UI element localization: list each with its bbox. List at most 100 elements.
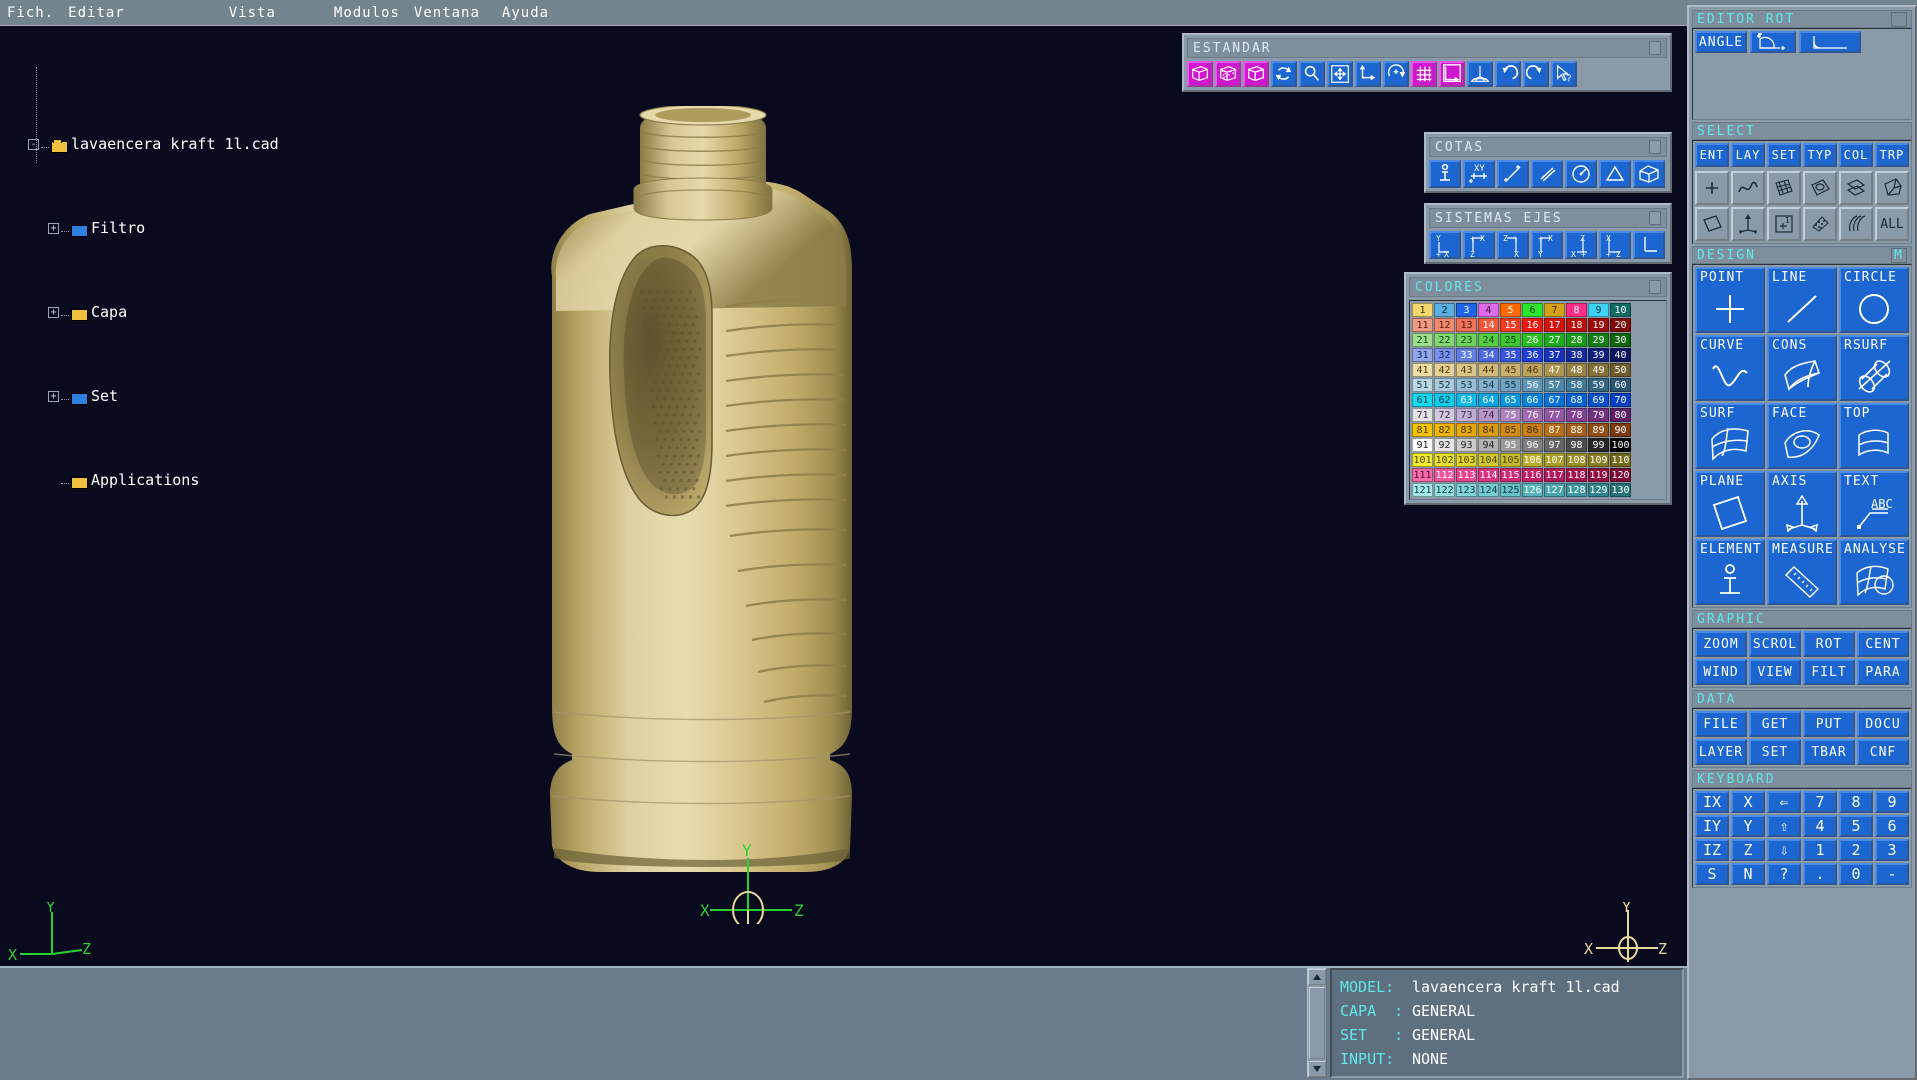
color-swatch-93[interactable]: 93 — [1456, 438, 1477, 452]
color-swatch-95[interactable]: 95 — [1500, 438, 1521, 452]
color-swatch-127[interactable]: 127 — [1544, 483, 1565, 497]
color-swatch-54[interactable]: 54 — [1478, 378, 1499, 392]
color-swatch-33[interactable]: 33 — [1456, 348, 1477, 362]
toolbar-sistemas-ejes[interactable]: SISTEMAS EJES Y + X + X Z Z + X + X Y Z X + X + Z — [1424, 203, 1672, 264]
dimension-point-to-point-icon[interactable] — [1497, 160, 1529, 188]
key-9[interactable]: 9 — [1875, 791, 1909, 813]
color-swatch-49[interactable]: 49 — [1588, 363, 1609, 377]
toolbar-colores-title[interactable]: COLORES — [1409, 277, 1667, 297]
color-swatch-125[interactable]: 125 — [1500, 483, 1521, 497]
data-set-button[interactable]: SET — [1749, 739, 1801, 765]
data-get-button[interactable]: GET — [1749, 711, 1801, 737]
design-rsurf-button[interactable]: RSURF — [1839, 335, 1909, 401]
design-mode-badge[interactable]: M — [1891, 247, 1907, 263]
select-trp-button[interactable]: TRP — [1875, 143, 1909, 167]
scroll-up-arrow-icon[interactable] — [1308, 969, 1326, 985]
menu-item-ayuda[interactable]: Ayuda — [495, 0, 556, 26]
color-swatch-3[interactable]: 3 — [1456, 303, 1477, 317]
angle-plus-icon[interactable] — [1750, 31, 1796, 53]
color-swatch-20[interactable]: 20 — [1610, 318, 1631, 332]
color-swatch-36[interactable]: 36 — [1522, 348, 1543, 362]
color-swatch-27[interactable]: 27 — [1544, 333, 1565, 347]
color-swatch-111[interactable]: 111 — [1412, 468, 1433, 482]
undo-icon[interactable] — [1495, 61, 1521, 87]
axis-icon[interactable] — [1731, 207, 1765, 241]
color-swatch-76[interactable]: 76 — [1522, 408, 1543, 422]
color-swatch-10[interactable]: 10 — [1610, 303, 1631, 317]
color-swatch-22[interactable]: 22 — [1434, 333, 1455, 347]
key-n[interactable]: N — [1731, 863, 1765, 885]
color-swatch-25[interactable]: 25 — [1500, 333, 1521, 347]
color-swatch-77[interactable]: 77 — [1544, 408, 1565, 422]
color-swatch-74[interactable]: 74 — [1478, 408, 1499, 422]
design-plane-button[interactable]: PLANE — [1695, 471, 1765, 537]
solid-cube-icon[interactable] — [1243, 61, 1269, 87]
color-swatch-120[interactable]: 120 — [1610, 468, 1631, 482]
key-3[interactable]: 3 — [1875, 839, 1909, 861]
color-swatch-13[interactable]: 13 — [1456, 318, 1477, 332]
color-swatch-30[interactable]: 30 — [1610, 333, 1631, 347]
axes-yz-x-icon[interactable]: Y + X — [1429, 231, 1461, 259]
toolbar-cotas[interactable]: COTAS XY — [1424, 132, 1672, 193]
shaded-cube-icon[interactable] — [1215, 61, 1241, 87]
data-file-button[interactable]: FILE — [1695, 711, 1747, 737]
graphic-cent-button[interactable]: CENT — [1857, 631, 1909, 657]
data-cnf-button[interactable]: CNF — [1857, 739, 1909, 765]
select-typ-button[interactable]: TYP — [1803, 143, 1837, 167]
color-swatch-107[interactable]: 107 — [1544, 453, 1565, 467]
color-swatch-65[interactable]: 65 — [1500, 393, 1521, 407]
mesh-surface-icon[interactable] — [1767, 171, 1801, 205]
color-swatch-12[interactable]: 12 — [1434, 318, 1455, 332]
data-layer-button[interactable]: LAYER — [1695, 739, 1747, 765]
color-swatch-52[interactable]: 52 — [1434, 378, 1455, 392]
color-swatch-32[interactable]: 32 — [1434, 348, 1455, 362]
key-5[interactable]: 5 — [1839, 815, 1873, 837]
dimension-parallel-icon[interactable] — [1531, 160, 1563, 188]
axes-z-x-icon[interactable]: Z + X — [1497, 231, 1529, 259]
pan-move-icon[interactable] — [1327, 61, 1353, 87]
key-6[interactable]: 6 — [1875, 815, 1909, 837]
select-all-button[interactable]: ALL — [1875, 207, 1909, 241]
color-swatch-85[interactable]: 85 — [1500, 423, 1521, 437]
color-swatch-7[interactable]: 7 — [1544, 303, 1565, 317]
refresh-icon[interactable] — [1271, 61, 1297, 87]
color-swatch-29[interactable]: 29 — [1588, 333, 1609, 347]
toolbar-grip[interactable] — [1649, 41, 1661, 55]
color-swatch-75[interactable]: 75 — [1500, 408, 1521, 422]
color-swatch-1[interactable]: 1 — [1412, 303, 1433, 317]
model-viewport[interactable]: - lavaencera kraft 1l.cad + Filtro + Cap… — [0, 26, 1687, 966]
select-ent-button[interactable]: ENT — [1695, 143, 1729, 167]
color-swatch-105[interactable]: 105 — [1500, 453, 1521, 467]
tree-expander-filtro[interactable]: + — [48, 223, 59, 234]
grid-icon[interactable] — [1411, 61, 1437, 87]
color-swatch-94[interactable]: 94 — [1478, 438, 1499, 452]
graphic-wind-button[interactable]: WIND — [1695, 659, 1747, 685]
color-swatch-21[interactable]: 21 — [1412, 333, 1433, 347]
color-swatch-73[interactable]: 73 — [1456, 408, 1477, 422]
color-swatch-126[interactable]: 126 — [1522, 483, 1543, 497]
design-text-button[interactable]: TEXT ABC — [1839, 471, 1909, 537]
color-swatch-31[interactable]: 31 — [1412, 348, 1433, 362]
color-swatch-91[interactable]: 91 — [1412, 438, 1433, 452]
color-swatch-55[interactable]: 55 — [1500, 378, 1521, 392]
key-2[interactable]: 2 — [1839, 839, 1873, 861]
dimension-box-icon[interactable] — [1633, 160, 1665, 188]
color-swatch-53[interactable]: 53 — [1456, 378, 1477, 392]
help-pointer-icon[interactable]: ? — [1551, 61, 1577, 87]
select-col-button[interactable]: COL — [1839, 143, 1873, 167]
key-iz[interactable]: IZ — [1695, 839, 1729, 861]
select-lay-button[interactable]: LAY — [1731, 143, 1765, 167]
angle-corner-icon[interactable] — [1799, 31, 1861, 53]
ribbon-icon[interactable] — [1839, 207, 1873, 241]
color-swatch-46[interactable]: 46 — [1522, 363, 1543, 377]
menu-item-ventana[interactable]: Ventana — [407, 0, 487, 26]
color-swatch-17[interactable]: 17 — [1544, 318, 1565, 332]
toolbar-estandar[interactable]: ESTANDAR ? — [1182, 33, 1672, 92]
color-swatch-66[interactable]: 66 — [1522, 393, 1543, 407]
key-7[interactable]: 7 — [1803, 791, 1837, 813]
design-analyse-button[interactable]: ANALYSE — [1839, 539, 1909, 605]
design-line-button[interactable]: LINE — [1767, 267, 1837, 333]
color-swatch-69[interactable]: 69 — [1588, 393, 1609, 407]
color-swatch-99[interactable]: 99 — [1588, 438, 1609, 452]
toolbar-cotas-title[interactable]: COTAS — [1429, 137, 1667, 157]
